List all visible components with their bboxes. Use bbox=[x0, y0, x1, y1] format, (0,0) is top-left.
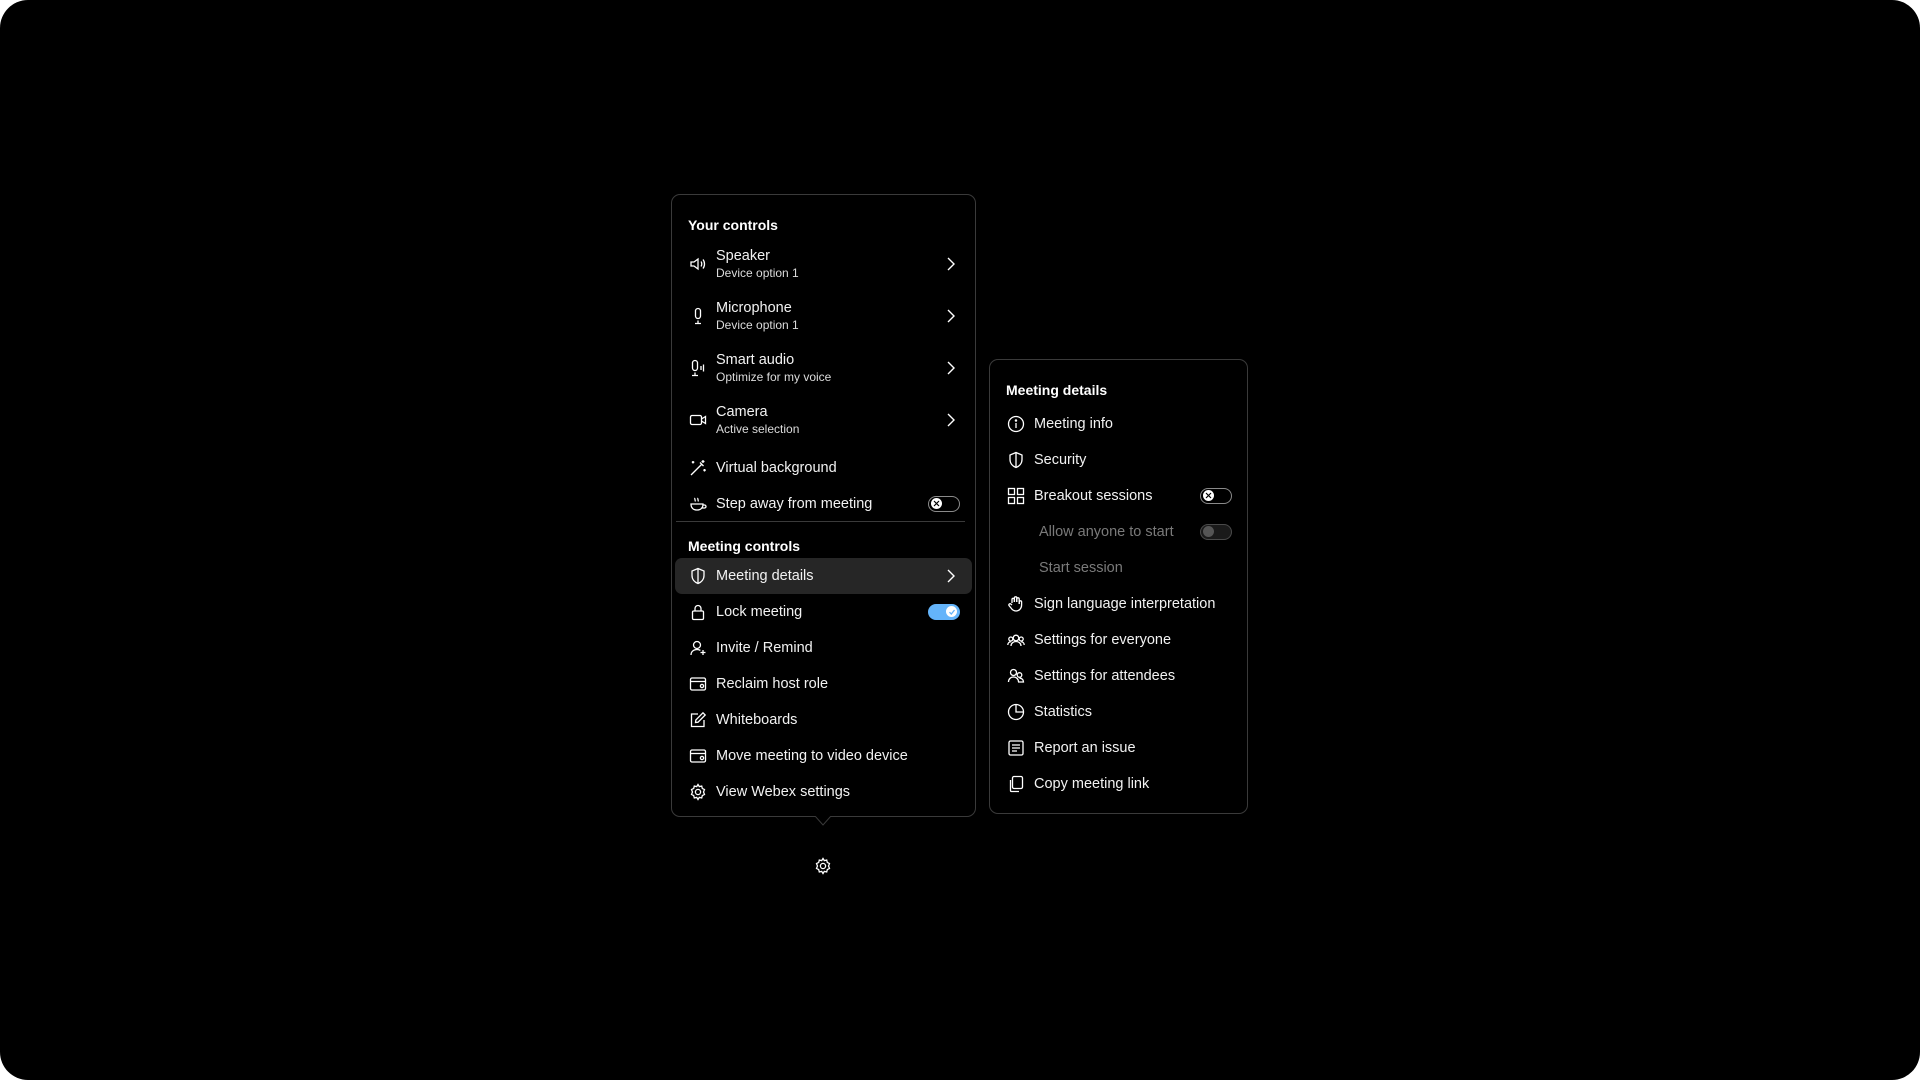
sign-language-item[interactable]: Sign language interpretation bbox=[993, 586, 1244, 622]
smart-audio-icon bbox=[688, 358, 708, 378]
controls-menu: Your controls Speaker Device option 1 Mi… bbox=[671, 194, 976, 817]
whiteboards-item[interactable]: Whiteboards bbox=[675, 702, 972, 738]
toggle-knob bbox=[1203, 526, 1214, 537]
gear-icon bbox=[815, 857, 831, 875]
virtual-background-label: Virtual background bbox=[716, 460, 837, 476]
popover-caret bbox=[815, 816, 831, 826]
chevron-right-icon bbox=[947, 413, 955, 427]
invite-remind-label: Invite / Remind bbox=[716, 640, 813, 656]
speaker-value: Device option 1 bbox=[716, 266, 799, 280]
meeting-details-menu: Meeting details Meeting info Security Br… bbox=[989, 359, 1248, 814]
settings-gear-button[interactable] bbox=[813, 856, 833, 876]
report-icon bbox=[1006, 738, 1026, 758]
person-add-icon bbox=[688, 638, 708, 658]
invite-remind-item[interactable]: Invite / Remind bbox=[675, 630, 972, 666]
sign-language-label: Sign language interpretation bbox=[1034, 596, 1216, 612]
microphone-item[interactable]: Microphone Device option 1 bbox=[675, 291, 972, 341]
settings-attendees-item[interactable]: Settings for attendees bbox=[993, 658, 1244, 694]
meeting-controls-title: Meeting controls bbox=[688, 538, 801, 554]
lock-meeting-item: Lock meeting bbox=[675, 594, 972, 630]
x-icon bbox=[931, 498, 942, 509]
whiteboards-label: Whiteboards bbox=[716, 712, 798, 728]
step-away-item: Step away from meeting bbox=[675, 486, 972, 522]
smart-audio-value: Optimize for my voice bbox=[716, 370, 832, 384]
webex-settings-item[interactable]: View Webex settings bbox=[675, 774, 972, 810]
camera-icon bbox=[688, 410, 708, 430]
host-icon bbox=[688, 674, 708, 694]
report-issue-item[interactable]: Report an issue bbox=[993, 730, 1244, 766]
settings-everyone-label: Settings for everyone bbox=[1034, 632, 1172, 648]
app-stage: Your controls Speaker Device option 1 Mi… bbox=[0, 0, 1920, 1080]
move-meeting-label: Move meeting to video device bbox=[716, 748, 908, 764]
security-item[interactable]: Security bbox=[993, 442, 1244, 478]
lock-icon bbox=[688, 602, 708, 622]
camera-item[interactable]: Camera Active selection bbox=[675, 395, 972, 445]
gear-icon bbox=[688, 782, 708, 802]
allow-anyone-start-toggle[interactable] bbox=[1200, 524, 1232, 540]
chevron-right-icon bbox=[947, 257, 955, 271]
microphone-label: Microphone bbox=[716, 300, 792, 316]
security-label: Security bbox=[1034, 452, 1087, 468]
section-divider bbox=[676, 521, 965, 522]
start-session-item[interactable]: Start session bbox=[993, 550, 1244, 586]
step-away-toggle[interactable] bbox=[928, 496, 960, 512]
sign-language-icon bbox=[1006, 594, 1026, 614]
meeting-details-title: Meeting details bbox=[1006, 382, 1108, 398]
meeting-info-item[interactable]: Meeting info bbox=[993, 406, 1244, 442]
step-away-label: Step away from meeting bbox=[716, 496, 873, 512]
attendees-icon bbox=[1006, 666, 1026, 686]
meeting-details-item[interactable]: Meeting details bbox=[675, 558, 972, 594]
check-icon bbox=[946, 606, 957, 617]
chevron-right-icon bbox=[947, 309, 955, 323]
breakout-sessions-toggle[interactable] bbox=[1200, 488, 1232, 504]
copy-link-item[interactable]: Copy meeting link bbox=[993, 766, 1244, 802]
breakout-icon bbox=[1006, 486, 1026, 506]
whiteboard-icon bbox=[688, 710, 708, 730]
meeting-info-label: Meeting info bbox=[1034, 416, 1113, 432]
video-device-icon bbox=[688, 746, 708, 766]
settings-attendees-label: Settings for attendees bbox=[1034, 668, 1176, 684]
microphone-icon bbox=[688, 306, 708, 326]
settings-everyone-item[interactable]: Settings for everyone bbox=[993, 622, 1244, 658]
camera-label: Camera bbox=[716, 404, 768, 420]
meeting-details-label: Meeting details bbox=[716, 568, 814, 584]
your-controls-title: Your controls bbox=[688, 217, 778, 233]
start-session-label: Start session bbox=[1039, 560, 1123, 576]
statistics-item[interactable]: Statistics bbox=[993, 694, 1244, 730]
smart-audio-label: Smart audio bbox=[716, 352, 795, 368]
info-icon bbox=[1006, 414, 1026, 434]
virtual-background-item[interactable]: Virtual background bbox=[675, 450, 972, 486]
camera-value: Active selection bbox=[716, 422, 800, 436]
lock-meeting-label: Lock meeting bbox=[716, 604, 803, 620]
chevron-right-icon bbox=[947, 569, 955, 583]
magic-wand-icon bbox=[688, 458, 708, 478]
shield-icon bbox=[688, 566, 708, 586]
reclaim-host-label: Reclaim host role bbox=[716, 676, 829, 692]
allow-anyone-start-label: Allow anyone to start bbox=[1039, 524, 1174, 540]
move-meeting-item[interactable]: Move meeting to video device bbox=[675, 738, 972, 774]
report-issue-label: Report an issue bbox=[1034, 740, 1136, 756]
statistics-label: Statistics bbox=[1034, 704, 1093, 720]
pie-chart-icon bbox=[1006, 702, 1026, 722]
speaker-label: Speaker bbox=[716, 248, 771, 264]
coffee-cup-icon bbox=[688, 494, 708, 514]
smart-audio-item[interactable]: Smart audio Optimize for my voice bbox=[675, 343, 972, 393]
chevron-right-icon bbox=[947, 361, 955, 375]
reclaim-host-item[interactable]: Reclaim host role bbox=[675, 666, 972, 702]
shield-icon bbox=[1006, 450, 1026, 470]
lock-meeting-toggle[interactable] bbox=[928, 604, 960, 620]
breakout-sessions-label: Breakout sessions bbox=[1034, 488, 1153, 504]
x-icon bbox=[1203, 490, 1214, 501]
breakout-sessions-item: Breakout sessions bbox=[993, 478, 1244, 514]
speaker-icon bbox=[688, 254, 708, 274]
webex-settings-label: View Webex settings bbox=[716, 784, 851, 800]
group-settings-icon bbox=[1006, 630, 1026, 650]
microphone-value: Device option 1 bbox=[716, 318, 799, 332]
speaker-item[interactable]: Speaker Device option 1 bbox=[675, 239, 972, 289]
allow-anyone-start-item: Allow anyone to start bbox=[993, 514, 1244, 550]
copy-link-label: Copy meeting link bbox=[1034, 776, 1150, 792]
copy-icon bbox=[1006, 774, 1026, 794]
